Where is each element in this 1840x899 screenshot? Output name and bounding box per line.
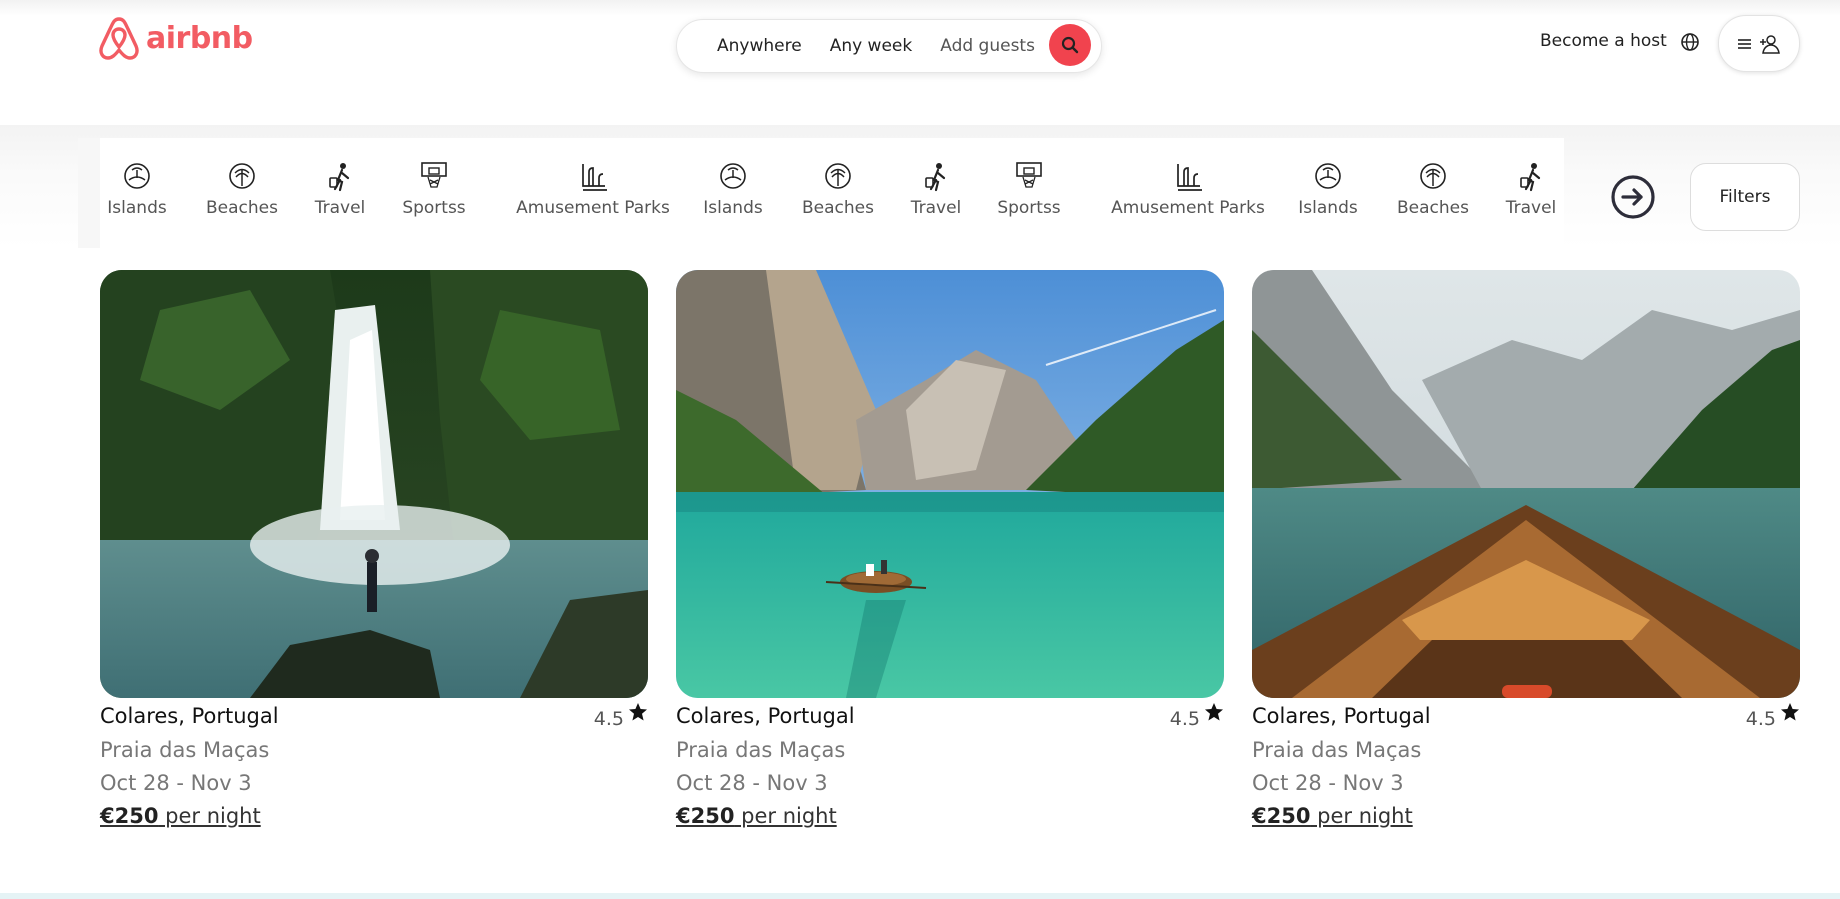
listing-title[interactable]: Colares, Portugal xyxy=(676,704,855,728)
listing-subtitle: Praia das Maças xyxy=(100,738,270,762)
price-suffix: per night xyxy=(1310,804,1413,828)
category-sportss[interactable]: Sportss xyxy=(969,160,1089,218)
category-sportss[interactable]: Sportss xyxy=(374,160,494,218)
star-icon xyxy=(629,703,647,721)
palm-icon xyxy=(229,163,255,189)
listing-price[interactable]: €250 per night xyxy=(676,804,837,828)
listing-rating: 4.5 xyxy=(1169,708,1200,730)
globe-icon xyxy=(1681,33,1699,51)
category-label: Amusement Parks xyxy=(516,198,670,218)
airbnb-logo[interactable]: airbnb xyxy=(98,15,253,61)
category-label: Sportss xyxy=(997,198,1061,218)
user-add-icon xyxy=(1760,34,1780,54)
listing-rating: 4.5 xyxy=(1745,708,1776,730)
search-any-week[interactable]: Any week xyxy=(830,36,913,56)
top-shade xyxy=(0,0,1840,16)
island-icon xyxy=(720,163,746,189)
turquoise-lake-boat-photo[interactable] xyxy=(676,270,1224,698)
logo-wordmark: airbnb xyxy=(146,20,253,56)
price-amount: €250 xyxy=(1252,804,1311,828)
listing-dates: Oct 28 - Nov 3 xyxy=(100,771,252,795)
price-amount: €250 xyxy=(676,804,735,828)
listing-card[interactable]: Colares, Portugal 4.5 Praia das Maças Oc… xyxy=(676,270,1224,828)
category-islands[interactable]: Islands xyxy=(1268,160,1388,218)
category-label: Beaches xyxy=(1397,198,1469,218)
filters-button[interactable]: Filters xyxy=(1690,163,1800,231)
search-button[interactable] xyxy=(1049,24,1091,66)
category-label: Beaches xyxy=(802,198,874,218)
traveler-icon xyxy=(925,163,946,192)
category-label: Travel xyxy=(314,198,366,218)
palm-icon xyxy=(825,163,851,189)
category-label: Islands xyxy=(107,198,167,218)
user-menu-button[interactable] xyxy=(1718,15,1800,72)
arrow-right-icon xyxy=(1611,175,1655,219)
traveler-icon xyxy=(329,163,350,192)
category-label: Travel xyxy=(1505,198,1557,218)
price-amount: €250 xyxy=(100,804,159,828)
category-amusement-parks[interactable]: Amusement Parks xyxy=(516,160,670,218)
roller-coaster-icon xyxy=(582,164,607,191)
traveler-icon xyxy=(1520,163,1541,192)
star-icon xyxy=(1781,703,1799,721)
category-label: Amusement Parks xyxy=(1111,198,1265,218)
language-button[interactable] xyxy=(1680,32,1700,56)
price-suffix: per night xyxy=(734,804,837,828)
island-icon xyxy=(124,163,150,189)
search-anywhere[interactable]: Anywhere xyxy=(717,36,802,56)
basketball-hoop-icon xyxy=(421,162,447,188)
search-add-guests[interactable]: Add guests xyxy=(940,36,1035,56)
category-scroller: Islands Beaches Travel Sportss Amusement Par… xyxy=(100,138,1564,248)
listing-card[interactable]: Colares, Portugal 4.5 Praia das Maças Oc… xyxy=(100,270,648,828)
listing-title[interactable]: Colares, Portugal xyxy=(1252,704,1431,728)
listing-dates: Oct 28 - Nov 3 xyxy=(1252,771,1404,795)
next-row-edge xyxy=(0,893,1840,899)
search-bar[interactable]: Anywhere Any week Add guests xyxy=(676,19,1102,73)
category-islands[interactable]: Islands xyxy=(673,160,793,218)
category-label: Islands xyxy=(703,198,763,218)
category-label: Beaches xyxy=(206,198,278,218)
listing-card[interactable]: Colares, Portugal 4.5 Praia das Maças Oc… xyxy=(1252,270,1800,828)
search-icon xyxy=(1061,36,1079,54)
category-label: Travel xyxy=(910,198,962,218)
listing-rating: 4.5 xyxy=(593,708,624,730)
waterfall-photo[interactable] xyxy=(100,270,648,698)
airbnb-logo-icon xyxy=(99,17,139,60)
listing-dates: Oct 28 - Nov 3 xyxy=(676,771,828,795)
category-amusement-parks[interactable]: Amusement Parks xyxy=(1111,160,1265,218)
listing-price[interactable]: €250 per night xyxy=(100,804,261,828)
basketball-hoop-icon xyxy=(1016,162,1042,188)
wooden-boat-bow-photo[interactable] xyxy=(1252,270,1800,698)
listing-title[interactable]: Colares, Portugal xyxy=(100,704,279,728)
hamburger-icon xyxy=(1738,38,1751,49)
categories-next-button[interactable] xyxy=(1610,174,1656,224)
listing-subtitle: Praia das Maças xyxy=(1252,738,1422,762)
category-label: Sportss xyxy=(402,198,466,218)
star-icon xyxy=(1205,703,1223,721)
price-suffix: per night xyxy=(158,804,261,828)
palm-icon xyxy=(1420,163,1446,189)
become-host-link[interactable]: Become a host xyxy=(1540,31,1667,51)
roller-coaster-icon xyxy=(1177,164,1202,191)
category-label: Islands xyxy=(1298,198,1358,218)
listing-price[interactable]: €250 per night xyxy=(1252,804,1413,828)
listing-subtitle: Praia das Maças xyxy=(676,738,846,762)
island-icon xyxy=(1315,163,1341,189)
category-travel[interactable]: Travel xyxy=(1471,160,1564,218)
